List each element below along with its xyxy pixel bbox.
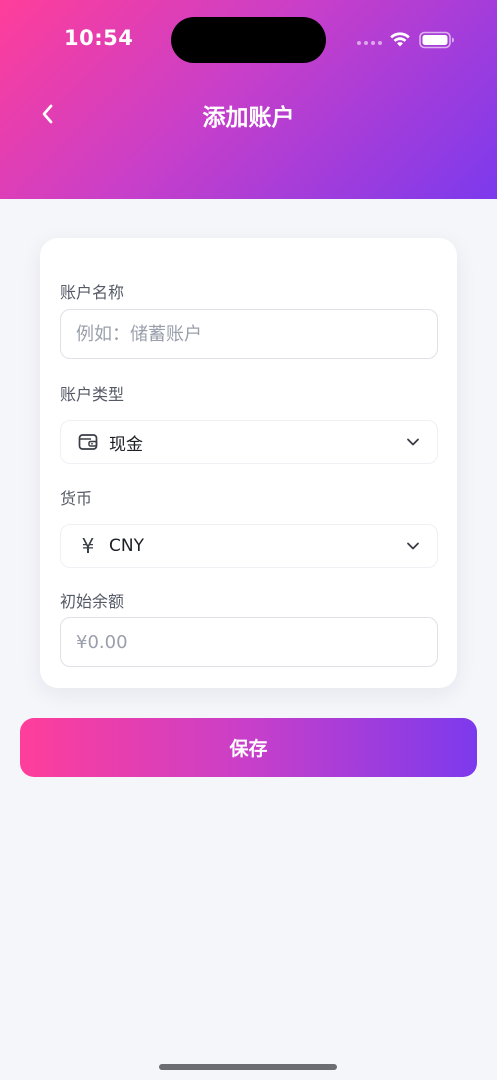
dynamic-island xyxy=(171,17,326,63)
account-form-card: 账户名称 账户类型 现金 货币 ¥ CNY 初始余额 xyxy=(40,238,457,688)
initial-balance-input[interactable] xyxy=(60,617,438,667)
yen-icon: ¥ xyxy=(81,534,95,558)
account-name-label: 账户名称 xyxy=(60,283,125,302)
wallet-icon xyxy=(77,431,99,453)
account-name-input[interactable] xyxy=(60,309,438,359)
account-type-value: 现金 xyxy=(109,434,143,455)
chevron-down-icon xyxy=(407,438,419,446)
header-bar: 10:54 添加账户 xyxy=(0,0,497,199)
cellular-signal-icon xyxy=(357,41,382,45)
wifi-icon xyxy=(390,32,410,47)
save-button[interactable]: 保存 xyxy=(20,718,477,777)
chevron-down-icon xyxy=(407,542,419,550)
home-indicator xyxy=(159,1064,337,1070)
page-title: 添加账户 xyxy=(202,105,295,131)
battery-icon xyxy=(419,31,454,49)
account-type-label: 账户类型 xyxy=(60,385,125,404)
initial-balance-label: 初始余额 xyxy=(60,592,125,611)
account-type-select[interactable]: 现金 xyxy=(60,420,438,464)
currency-label: 货币 xyxy=(60,489,93,508)
currency-value: CNY xyxy=(109,536,144,556)
currency-select[interactable]: ¥ CNY xyxy=(60,524,438,568)
status-time: 10:54 xyxy=(64,26,134,50)
